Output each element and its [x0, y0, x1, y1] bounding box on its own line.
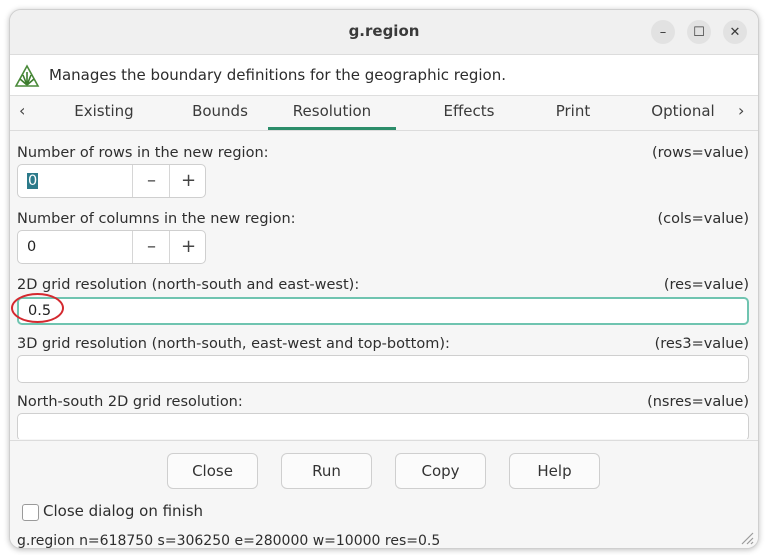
res3-label: 3D grid resolution (north-south, east-we…	[17, 336, 450, 352]
close-on-finish-label[interactable]: Close dialog on finish	[43, 502, 203, 520]
tab-bounds[interactable]: Bounds	[175, 96, 265, 130]
close-button[interactable]: Close	[167, 453, 258, 489]
cols-increment-button[interactable]: +	[169, 231, 207, 263]
copy-button[interactable]: Copy	[395, 453, 486, 489]
tab-print[interactable]: Print	[528, 96, 618, 130]
tab-resolution[interactable]: Resolution	[268, 96, 396, 130]
cols-label: Number of columns in the new region:	[17, 211, 296, 227]
dialog-window: g.region – ☐ ✕ Manages the boundary defi…	[9, 9, 759, 549]
rows-value[interactable]: 0	[27, 173, 39, 189]
cols-spinbox[interactable]: 0 – +	[17, 230, 206, 264]
dialog-footer: Close Run Copy Help Close dialog on fini…	[10, 440, 758, 549]
rows-increment-button[interactable]: +	[169, 165, 207, 197]
tab-scroll-right-button[interactable]: ›	[738, 96, 744, 130]
tab-scroll-left-button[interactable]: ‹	[19, 96, 25, 130]
cols-value[interactable]: 0	[27, 239, 36, 255]
tab-bar: ‹ Existing Bounds Resolution Effects Pri…	[10, 96, 758, 131]
res-label: 2D grid resolution (north-south and east…	[17, 277, 360, 293]
grass-logo-icon	[14, 64, 40, 87]
close-on-finish-checkbox[interactable]	[22, 504, 39, 521]
resize-grip-icon[interactable]	[738, 529, 754, 545]
maximize-button[interactable]: ☐	[687, 20, 711, 44]
cols-hint: (cols=value)	[657, 211, 750, 227]
tab-optional[interactable]: Optional	[640, 96, 726, 130]
module-description: Manages the boundary definitions for the…	[49, 66, 506, 84]
help-button[interactable]: Help	[509, 453, 600, 489]
nsres-hint: (nsres=value)	[647, 394, 749, 410]
tab-existing[interactable]: Existing	[59, 96, 149, 130]
rows-spinbox[interactable]: 0 – +	[17, 164, 206, 198]
close-window-button[interactable]: ✕	[723, 20, 747, 44]
cols-decrement-button[interactable]: –	[132, 231, 170, 263]
rows-hint: (rows=value)	[652, 145, 749, 161]
window-title: g.region	[348, 22, 420, 40]
run-button[interactable]: Run	[281, 453, 372, 489]
highlight-circle	[11, 293, 64, 323]
rows-label: Number of rows in the new region:	[17, 145, 269, 161]
nsres-input[interactable]	[17, 413, 749, 439]
module-description-bar: Manages the boundary definitions for the…	[10, 55, 758, 96]
nsres-label: North-south 2D grid resolution:	[17, 394, 243, 410]
res3-hint: (res3=value)	[654, 336, 749, 352]
title-bar[interactable]: g.region – ☐ ✕	[10, 10, 758, 55]
tab-effects[interactable]: Effects	[424, 96, 514, 130]
minimize-button[interactable]: –	[651, 20, 675, 44]
res-input[interactable]: 0.5	[17, 297, 749, 325]
status-bar-text: g.region n=618750 s=306250 e=280000 w=10…	[17, 533, 441, 549]
rows-decrement-button[interactable]: –	[132, 165, 170, 197]
res3-input[interactable]	[17, 355, 749, 383]
res-hint: (res=value)	[663, 277, 749, 293]
resolution-panel: Number of rows in the new region: (rows=…	[10, 131, 758, 439]
